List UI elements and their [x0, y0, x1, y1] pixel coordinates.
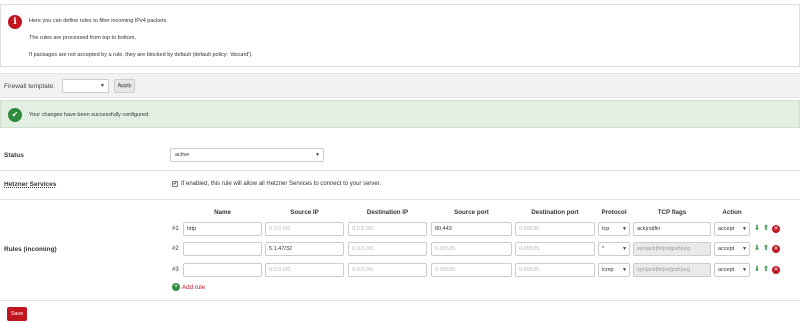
rule-protocol-select[interactable]: icmp ▼: [598, 263, 630, 277]
rule-destination-port-input[interactable]: 0-65535: [515, 263, 595, 277]
rule-name-input[interactable]: http: [183, 222, 262, 236]
rule-source-ip-input[interactable]: 0.0.0.0/0: [265, 222, 344, 236]
rule-tcp-flags-input[interactable]: ack|rst|fin: [633, 222, 711, 236]
rule-protocol-select[interactable]: * ▼: [598, 242, 630, 256]
chevron-down-icon: ▼: [622, 246, 627, 252]
rule-destination-ip-input[interactable]: 0.0.0.0/0: [348, 263, 427, 277]
add-rule-link[interactable]: Add rule: [182, 284, 205, 291]
rule-source-ip-input[interactable]: 0.0.0.0/0: [265, 263, 344, 277]
rule-destination-ip-input[interactable]: 0.0.0.0/0: [348, 242, 427, 256]
rule-destination-port-input[interactable]: 0-65535: [515, 222, 595, 236]
delete-icon[interactable]: ✕: [772, 225, 780, 233]
delete-icon[interactable]: ✕: [772, 245, 780, 253]
firewall-template-label: Firewall template:: [4, 83, 55, 90]
rule-destination-ip-input[interactable]: 0.0.0.0/0: [348, 222, 427, 236]
rule-number: #2: [172, 246, 179, 252]
rule-destination-port-input[interactable]: 0-65535: [515, 242, 595, 256]
hetzner-services-checkbox[interactable]: ✔: [172, 181, 178, 187]
rule-name-input[interactable]: [183, 242, 262, 256]
rule-tcp-flags-input: syn|ack|fin|rst|psh|urg: [633, 242, 711, 256]
info-line-2: The rules are processed from top to bott…: [29, 35, 136, 41]
chevron-down-icon: ▼: [622, 267, 627, 273]
arrow-up-icon[interactable]: ⇑: [763, 265, 769, 273]
info-icon: i: [8, 15, 22, 29]
column-header-source-port: Source port: [454, 209, 489, 216]
apply-button[interactable]: Apply: [114, 79, 135, 93]
chevron-down-icon: ▼: [742, 226, 747, 232]
delete-icon[interactable]: ✕: [772, 266, 780, 274]
rule-name-input[interactable]: [183, 263, 262, 277]
arrow-up-icon[interactable]: ⇑: [763, 224, 769, 232]
column-header-name: Name: [214, 209, 231, 216]
rule-number: #1: [172, 226, 179, 232]
status-label: Status: [4, 152, 24, 159]
hetzner-services-text: If enabled, this rule will allow all Het…: [181, 181, 382, 187]
column-header-destination-port: Destination port: [531, 209, 579, 216]
divider: [0, 199, 800, 200]
rule-source-port-input[interactable]: 0-65535: [431, 242, 512, 256]
column-header-source-ip: Source IP: [290, 209, 319, 216]
chevron-down-icon: ▼: [315, 152, 320, 158]
column-header-action: Action: [722, 209, 742, 216]
arrow-down-icon[interactable]: ⇓: [754, 244, 760, 252]
column-header-protocol: Protocol: [601, 209, 627, 216]
save-button[interactable]: Save: [7, 307, 27, 321]
rules-incoming-label: Rules (incoming): [4, 246, 57, 253]
firewall-template-select[interactable]: ▼: [62, 79, 109, 93]
divider: [0, 300, 800, 301]
firewall-template-bar: Firewall template: ▼ Apply: [0, 73, 800, 98]
chevron-down-icon: ▼: [622, 226, 627, 232]
rule-action-select[interactable]: accept ▼: [714, 222, 750, 236]
rule-tcp-flags-input: syn|ack|fin|rst|psh|urg: [633, 263, 711, 277]
rule-number: #3: [172, 267, 179, 273]
status-select[interactable]: active ▼: [170, 148, 324, 162]
checkmark-icon: ✔: [8, 108, 22, 122]
rule-source-port-input[interactable]: 0-65535: [431, 263, 512, 277]
hetzner-services-label: Hetzner Services: [4, 181, 57, 188]
status-value: active: [175, 152, 190, 158]
chevron-down-icon: ▼: [100, 83, 105, 89]
info-box: i Here you can define rules to filter in…: [0, 4, 800, 67]
rule-protocol-select[interactable]: tcp ▼: [598, 222, 630, 236]
plus-icon[interactable]: +: [172, 283, 180, 291]
info-line-3: If packages are not accepted by a rule, …: [29, 52, 253, 58]
rule-source-ip-input[interactable]: 5.1.47/32: [265, 242, 344, 256]
rule-action-select[interactable]: accept ▼: [714, 242, 750, 256]
info-line-1: Here you can define rules to filter inco…: [29, 18, 168, 24]
divider: [0, 170, 800, 171]
arrow-down-icon[interactable]: ⇓: [754, 224, 760, 232]
chevron-down-icon: ▼: [742, 246, 747, 252]
arrow-up-icon[interactable]: ⇑: [763, 244, 769, 252]
chevron-down-icon: ▼: [742, 267, 747, 273]
success-alert: ✔ Your changes have been successfully co…: [0, 100, 800, 128]
rule-action-select[interactable]: accept ▼: [714, 263, 750, 277]
arrow-down-icon[interactable]: ⇓: [754, 265, 760, 273]
column-header-destination-ip: Destination IP: [366, 209, 409, 216]
column-header-tcp-flags: TCP flags: [657, 209, 687, 216]
success-message: Your changes have been successfully conf…: [29, 112, 150, 118]
rule-source-port-input[interactable]: 80,443: [431, 222, 512, 236]
